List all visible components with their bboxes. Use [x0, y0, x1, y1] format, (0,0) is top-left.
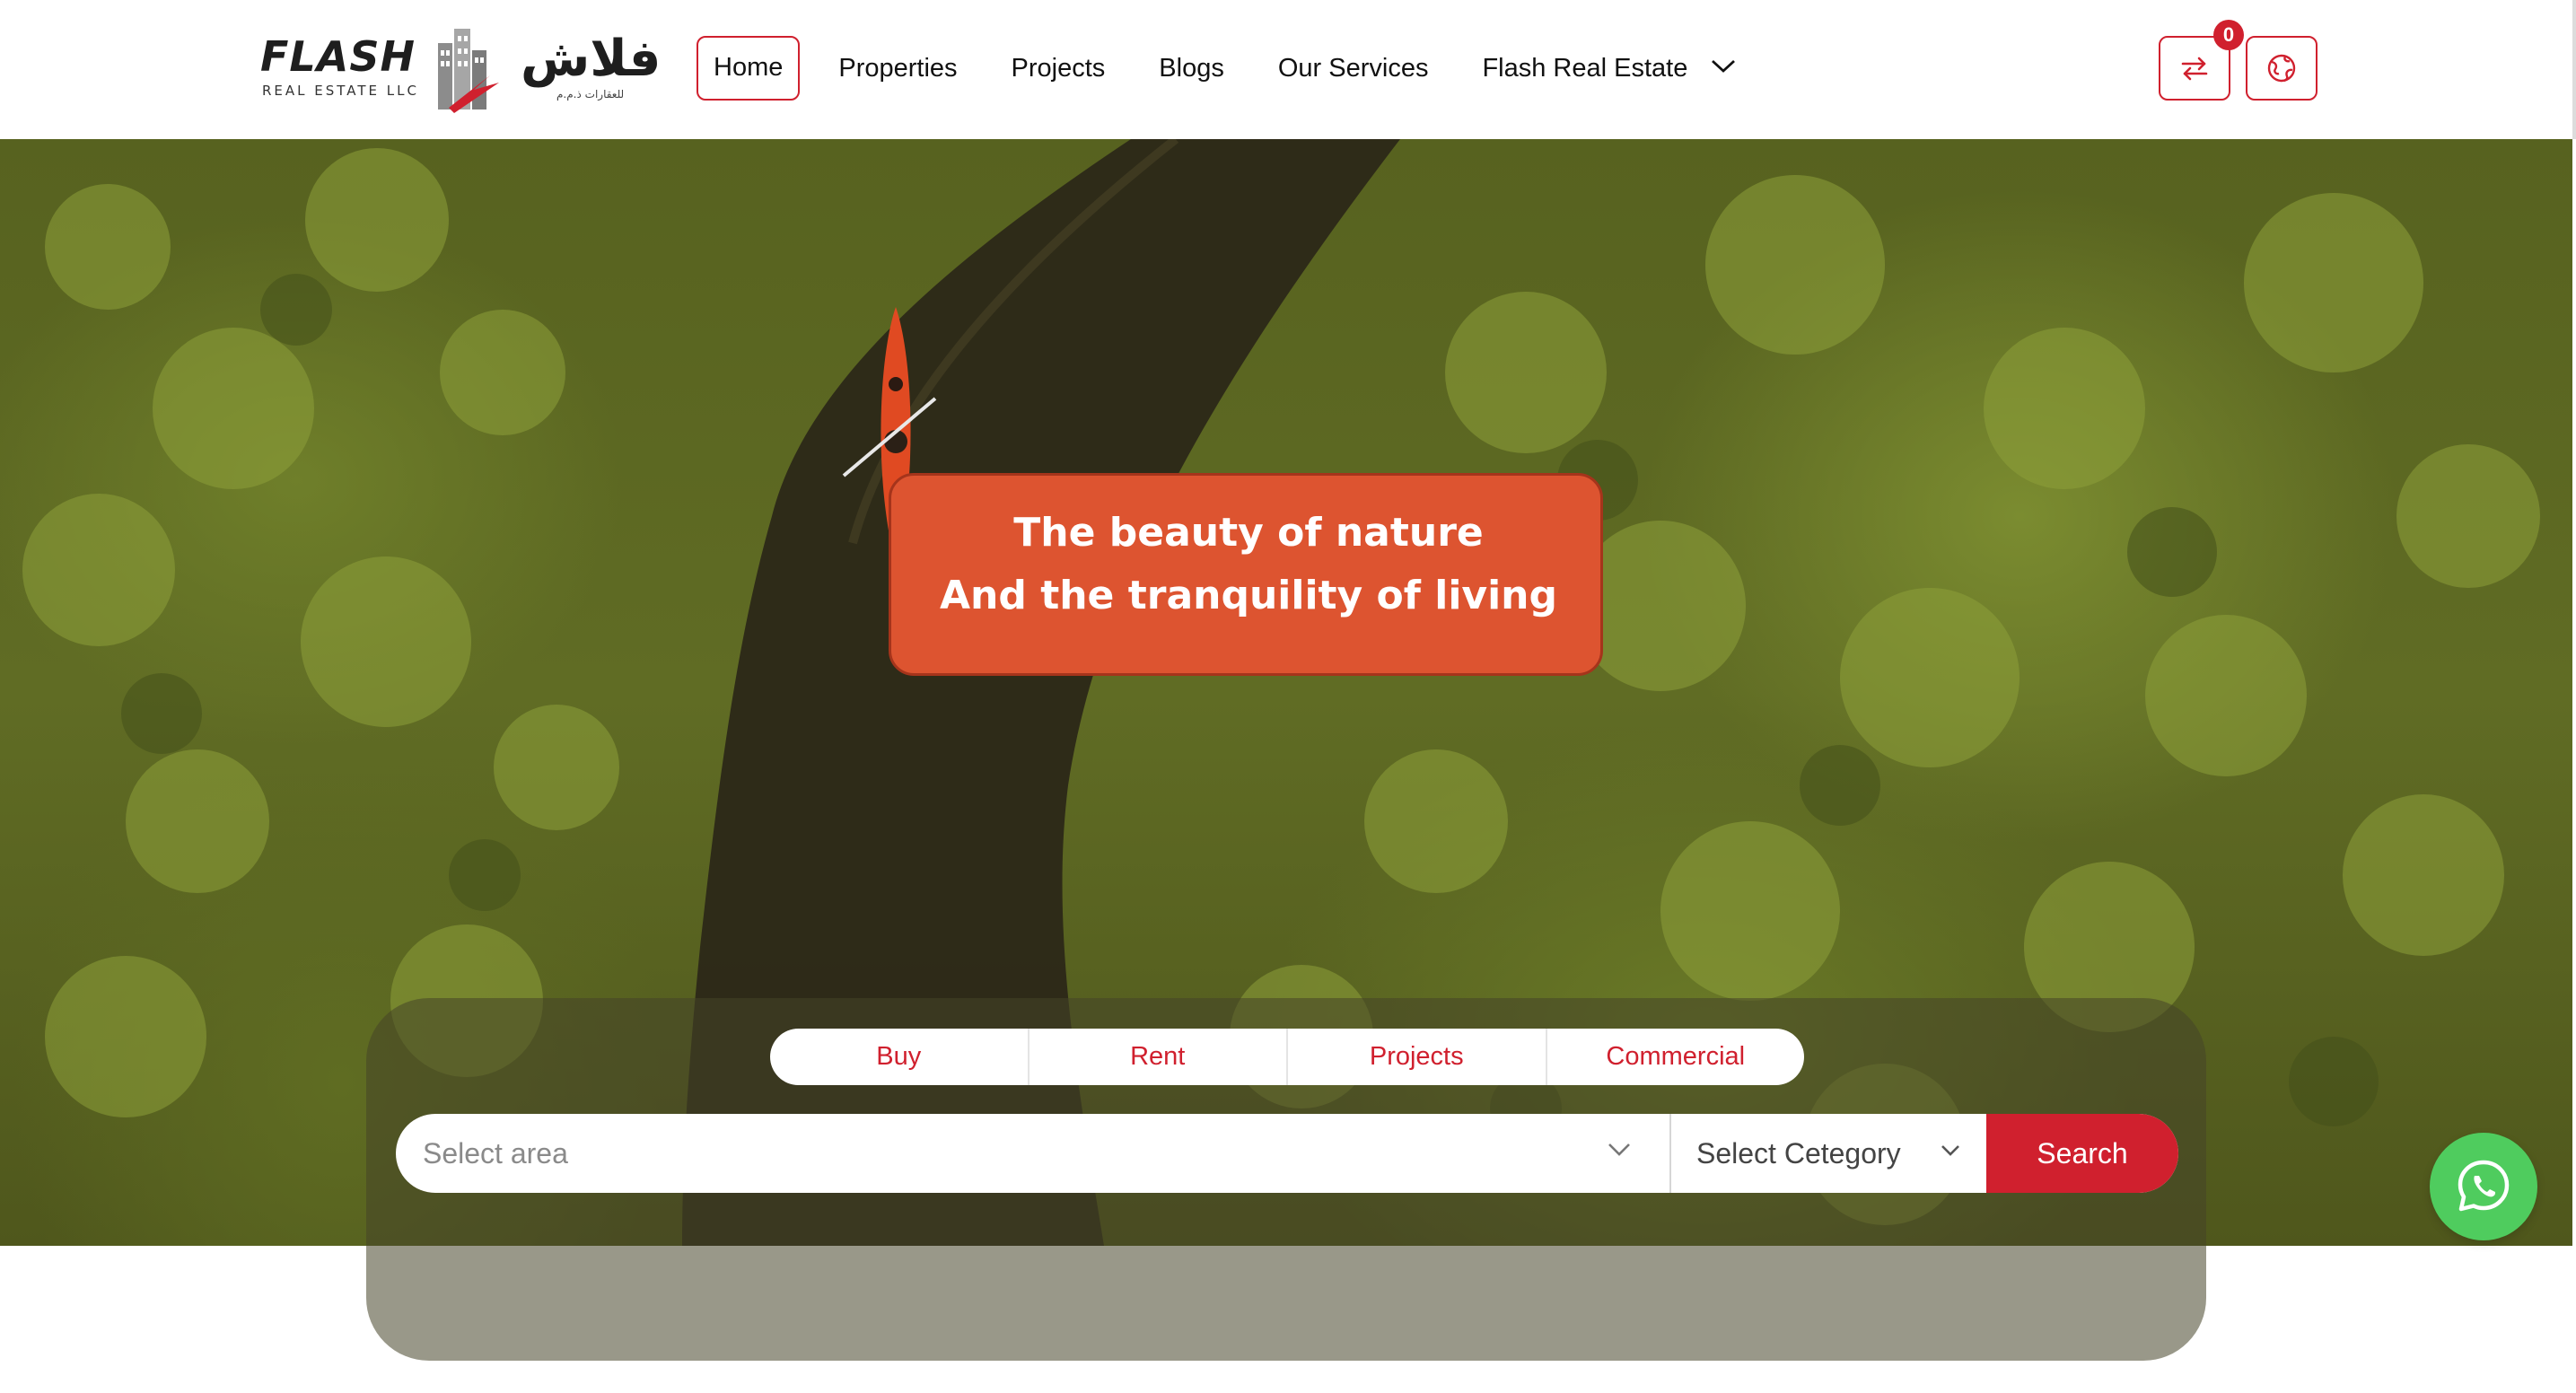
- tab-projects[interactable]: Projects: [1288, 1029, 1547, 1085]
- compare-count-badge: 0: [2213, 20, 2244, 50]
- category-select[interactable]: Select Cetegory: [1671, 1114, 1985, 1193]
- whatsapp-icon: [2458, 1160, 2510, 1212]
- nav-projects[interactable]: Projects: [996, 36, 1121, 101]
- compare-arrows-icon: [2181, 57, 2208, 81]
- building-logo-icon: [438, 29, 499, 113]
- nav-flash-real-estate-dropdown[interactable]: Flash Real Estate: [1467, 36, 1751, 101]
- tab-rent[interactable]: Rent: [1030, 1029, 1288, 1085]
- nav-blogs-label: Blogs: [1159, 54, 1224, 83]
- tab-commercial[interactable]: Commercial: [1547, 1029, 1805, 1085]
- chevron-down-icon: [1712, 60, 1736, 74]
- nav-home-label: Home: [714, 53, 784, 82]
- language-button[interactable]: [2246, 36, 2318, 101]
- site-header: FLASH REAL ESTATE LLC فلاش للعقارات ذ.م.…: [0, 0, 2576, 139]
- globe-icon: [2267, 54, 2296, 83]
- hero-tagline-line-1: The beauty of nature: [1013, 510, 1484, 556]
- hero-tagline-banner: The beauty of nature And the tranquility…: [889, 473, 1603, 676]
- nav-flash-real-estate-label: Flash Real Estate: [1482, 54, 1688, 83]
- category-select-label: Select Cetegory: [1696, 1137, 1901, 1170]
- search-bar: Select Cetegory Search: [396, 1114, 2178, 1193]
- chevron-down-icon: [1608, 1143, 1630, 1156]
- nav-properties[interactable]: Properties: [823, 36, 972, 101]
- nav-home[interactable]: Home: [697, 36, 801, 101]
- chevron-down-icon: [1941, 1145, 1959, 1156]
- nav-our-services-label: Our Services: [1277, 54, 1429, 83]
- site-logo[interactable]: FLASH REAL ESTATE LLC فلاش للعقارات ذ.م.…: [260, 23, 661, 113]
- whatsapp-button[interactable]: [2430, 1133, 2537, 1240]
- logo-tagline-en: REAL ESTATE LLC: [262, 83, 419, 99]
- logo-wordmark-en: FLASH: [260, 32, 416, 81]
- nav-properties-label: Properties: [838, 54, 958, 83]
- nav-blogs[interactable]: Blogs: [1143, 36, 1240, 101]
- main-nav: Home Properties Projects Blogs Our Servi…: [697, 34, 1774, 102]
- logo-tagline-ar: للعقارات ذ.م.م: [556, 88, 625, 101]
- hero-tagline-line-2: And the tranquility of living: [940, 573, 1557, 618]
- area-select-input[interactable]: [396, 1114, 1670, 1193]
- logo-wordmark-ar: فلاش: [521, 30, 662, 88]
- tab-buy[interactable]: Buy: [770, 1029, 1030, 1085]
- nav-projects-label: Projects: [1011, 54, 1106, 83]
- search-type-tabs: Buy Rent Projects Commercial: [770, 1029, 1804, 1085]
- search-button[interactable]: Search: [1986, 1114, 2178, 1193]
- nav-our-services[interactable]: Our Services: [1263, 36, 1444, 101]
